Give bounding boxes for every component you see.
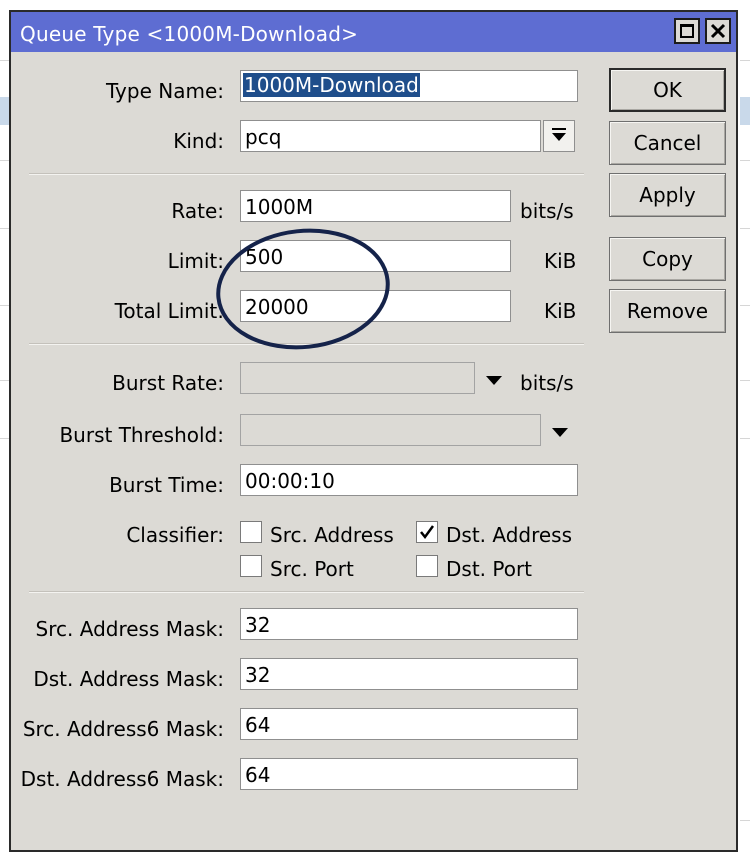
close-button[interactable] xyxy=(705,18,731,44)
dst-address-mask-label: Dst. Address Mask: xyxy=(33,667,224,691)
dst-address-mask-value: 32 xyxy=(245,663,271,687)
src-port-checkbox-label: Src. Port xyxy=(270,557,354,581)
src-address-checkbox-label: Src. Address xyxy=(270,523,394,547)
burst-threshold-label: Burst Threshold: xyxy=(59,423,224,447)
maximize-icon xyxy=(680,24,694,38)
total-limit-label: Total Limit: xyxy=(114,299,224,323)
kind-dropdown-button[interactable] xyxy=(543,120,575,152)
queue-type-dialog: Queue Type <1000M-Download> Type Name: 1… xyxy=(9,10,738,852)
kind-select[interactable]: pcq xyxy=(240,120,541,152)
burst-rate-unit: bits/s xyxy=(520,371,574,395)
ok-button[interactable]: OK xyxy=(609,68,726,112)
separator xyxy=(29,343,584,345)
dst-address-mask-input[interactable]: 32 xyxy=(240,658,578,690)
title-bar[interactable]: Queue Type <1000M-Download> xyxy=(11,12,736,52)
src-address6-mask-label: Src. Address6 Mask: xyxy=(22,717,224,741)
burst-rate-input[interactable] xyxy=(240,362,475,394)
background-row-line xyxy=(740,160,750,161)
background-selected-row xyxy=(740,97,750,125)
remove-button[interactable]: Remove xyxy=(609,289,726,333)
copy-button[interactable]: Copy xyxy=(609,237,726,281)
window-title: Queue Type <1000M-Download> xyxy=(20,22,359,46)
separator xyxy=(29,173,584,175)
burst-threshold-input[interactable] xyxy=(240,414,541,446)
limit-input[interactable]: 500 xyxy=(240,240,511,272)
dst-address-checkbox[interactable] xyxy=(416,521,438,543)
close-icon xyxy=(710,23,726,39)
burst-time-label: Burst Time: xyxy=(109,473,224,497)
background-row-line xyxy=(740,60,750,61)
dst-address6-mask-value: 64 xyxy=(245,763,271,787)
classifier-label: Classifier: xyxy=(126,523,224,547)
src-address-checkbox[interactable] xyxy=(240,521,262,543)
background-row-line xyxy=(740,228,750,229)
apply-button[interactable]: Apply xyxy=(609,173,726,217)
burst-time-input[interactable]: 00:00:10 xyxy=(240,464,578,496)
dst-address-checkbox-label: Dst. Address xyxy=(446,523,573,547)
src-address6-mask-value: 64 xyxy=(245,713,271,737)
background-row-line xyxy=(740,380,750,381)
dst-port-checkbox-label: Dst. Port xyxy=(446,557,533,581)
src-address-mask-input[interactable]: 32 xyxy=(240,608,578,640)
dropdown-arrow-icon xyxy=(552,128,566,141)
background-row-line xyxy=(740,820,750,821)
burst-rate-label: Burst Rate: xyxy=(112,371,224,395)
src-address-mask-label: Src. Address Mask: xyxy=(35,617,224,641)
src-port-checkbox[interactable] xyxy=(240,555,262,577)
limit-value: 500 xyxy=(245,245,284,269)
rate-unit: bits/s xyxy=(520,199,574,223)
limit-label: Limit: xyxy=(167,249,224,273)
kind-label: Kind: xyxy=(173,129,224,153)
background-row-line xyxy=(740,438,750,439)
dst-port-checkbox[interactable] xyxy=(416,555,438,577)
checkmark-icon xyxy=(420,525,435,540)
total-limit-unit: KiB xyxy=(544,299,577,323)
burst-time-value: 00:00:10 xyxy=(245,469,335,493)
separator xyxy=(29,591,584,593)
limit-unit: KiB xyxy=(544,249,577,273)
rate-input[interactable]: 1000M xyxy=(240,190,511,222)
kind-value: pcq xyxy=(245,125,282,149)
src-address-mask-value: 32 xyxy=(245,613,271,637)
type-name-label: Type Name: xyxy=(105,79,224,103)
type-name-input[interactable]: 1000M-Download xyxy=(240,70,578,102)
total-limit-input[interactable]: 20000 xyxy=(240,290,511,322)
type-name-value: 1000M-Download xyxy=(243,73,420,97)
rate-label: Rate: xyxy=(171,199,224,223)
src-address6-mask-input[interactable]: 64 xyxy=(240,708,578,740)
cancel-button[interactable]: Cancel xyxy=(609,121,726,165)
burst-threshold-dropdown-icon[interactable] xyxy=(552,428,568,437)
dst-address6-mask-input[interactable]: 64 xyxy=(240,758,578,790)
rate-value: 1000M xyxy=(245,195,314,219)
dst-address6-mask-label: Dst. Address6 Mask: xyxy=(20,767,224,791)
maximize-button[interactable] xyxy=(674,18,700,44)
background-row-line xyxy=(740,305,750,306)
total-limit-value: 20000 xyxy=(245,295,309,319)
burst-rate-dropdown-icon[interactable] xyxy=(486,376,502,385)
